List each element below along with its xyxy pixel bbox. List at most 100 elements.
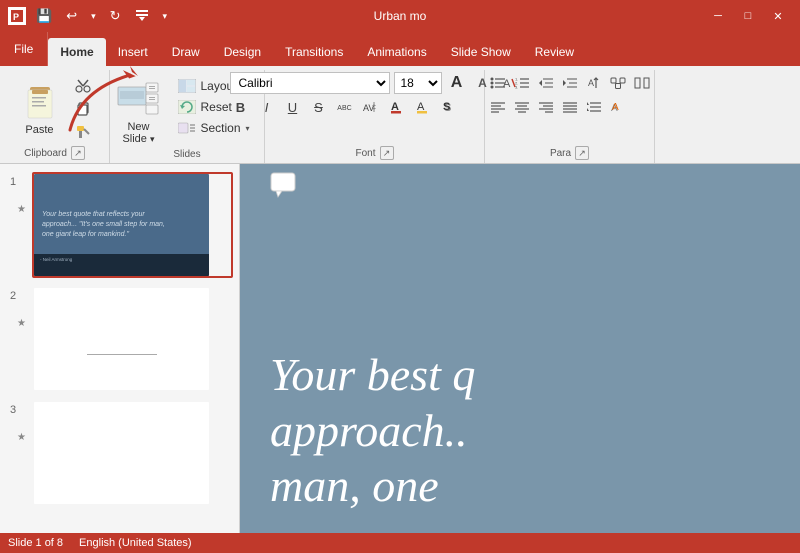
para-content: 1.2.3. A: [487, 72, 653, 118]
slide-count: Slide 1 of 8: [8, 537, 63, 549]
main-slide-text: Your best q approach.. man, one: [240, 327, 800, 533]
tab-transitions[interactable]: Transitions: [273, 38, 355, 66]
tab-home[interactable]: Home: [48, 38, 105, 66]
slide-item-2[interactable]: 2 ★: [6, 286, 233, 392]
slide2-content: [34, 288, 209, 390]
svg-text:A: A: [588, 78, 594, 88]
tab-design[interactable]: Design: [212, 38, 273, 66]
window-controls: ─ □ ✕: [704, 6, 792, 26]
save-button[interactable]: 💾: [32, 6, 56, 26]
text-shadow-para-button[interactable]: AA: [607, 96, 629, 118]
decrease-indent-button[interactable]: [535, 72, 557, 94]
slide-thumb-inner-1: Your best quote that reflects your appro…: [34, 174, 209, 276]
small-caps-button[interactable]: abc: [334, 96, 356, 118]
text-highlight-button[interactable]: A: [412, 96, 434, 118]
slide1-attribution: - Neil Armstrong: [34, 254, 209, 265]
align-center-button[interactable]: [511, 96, 533, 118]
font-size-select[interactable]: 18: [394, 72, 442, 94]
svg-text:A: A: [612, 102, 619, 113]
quote-line-1: Your best q: [270, 347, 770, 402]
line-spacing-button[interactable]: [583, 96, 605, 118]
paste-icon: [20, 82, 60, 124]
main-slide: Your best q approach.. man, one: [240, 164, 800, 533]
font-format-row: B I U S abc AV A A SS: [230, 96, 520, 118]
window-title: Urban mo: [374, 9, 427, 23]
title-bar: P 💾 ↩ ▾ ↻ ▾ Urban mo ─ □ ✕: [0, 0, 800, 32]
increase-font-size[interactable]: A: [446, 72, 468, 94]
paste-label: Paste: [25, 124, 53, 136]
slide-thumb-inner-3: [34, 402, 209, 504]
clipboard-dialog-launcher[interactable]: ↗: [71, 146, 85, 160]
slide-label-2: Slide ▾: [122, 133, 154, 145]
slide3-content: [34, 402, 209, 504]
format-painter-button[interactable]: [70, 121, 96, 143]
slide-panel: 1 ★ Your best quote that reflects your a…: [0, 164, 240, 533]
bullets-button[interactable]: [487, 72, 509, 94]
copy-button[interactable]: [70, 98, 96, 120]
slide-number-1: 1: [10, 172, 26, 188]
tab-file[interactable]: File: [0, 32, 48, 66]
customize-qat[interactable]: ▾: [159, 9, 172, 24]
clipboard-label: Clipboard ↗: [24, 146, 85, 160]
slide1-content: Your best quote that reflects your appro…: [34, 174, 209, 276]
para-dialog-launcher[interactable]: ↗: [575, 146, 589, 160]
new-slide-icon-area[interactable]: New Slide ▾: [112, 79, 164, 147]
redo-button[interactable]: ↻: [106, 6, 125, 26]
svg-text:P: P: [13, 12, 19, 22]
slide-thumb-inner-2: [34, 288, 209, 390]
slide-item-3[interactable]: 3 ★: [6, 400, 233, 506]
para-row1: 1.2.3. A: [487, 72, 653, 94]
tab-slideshow[interactable]: Slide Show: [439, 38, 523, 66]
underline-button[interactable]: U: [282, 96, 304, 118]
undo-dropdown[interactable]: ▾: [87, 9, 100, 24]
new-slide-label[interactable]: New: [127, 121, 149, 133]
ribbon-tabs: File Home Insert Draw Design Transitions…: [0, 32, 800, 66]
justify-button[interactable]: [559, 96, 581, 118]
bold-button[interactable]: B: [230, 96, 252, 118]
align-right-button[interactable]: [535, 96, 557, 118]
status-bar: Slide 1 of 8 English (United States): [0, 533, 800, 553]
font-color-button[interactable]: A: [386, 96, 408, 118]
slide-thumb-1[interactable]: Your best quote that reflects your appro…: [32, 172, 233, 278]
font-label: Font ↗: [355, 146, 393, 160]
tab-insert[interactable]: Insert: [106, 38, 160, 66]
slide-view: Your best q approach.. man, one: [240, 164, 800, 533]
cut-button[interactable]: [70, 75, 96, 97]
font-dialog-launcher[interactable]: ↗: [380, 146, 394, 160]
font-content: Calibri 18 A A A B I U S abc AV: [230, 72, 520, 120]
slide-number-3: 3: [10, 400, 26, 416]
text-shadow-button[interactable]: SS: [438, 96, 460, 118]
section-arrow: ▾: [246, 124, 250, 133]
language: English (United States): [79, 537, 192, 549]
increase-indent-button[interactable]: [559, 72, 581, 94]
slide-thumb-3[interactable]: [32, 400, 233, 506]
italic-button[interactable]: I: [256, 96, 278, 118]
columns-button[interactable]: [631, 72, 653, 94]
numbering-button[interactable]: 1.2.3.: [511, 72, 533, 94]
close-button[interactable]: ✕: [764, 6, 792, 26]
clipboard-group: Paste: [0, 70, 110, 163]
tab-draw[interactable]: Draw: [160, 38, 212, 66]
character-spacing-button[interactable]: AV: [360, 96, 382, 118]
font-name-select[interactable]: Calibri: [230, 72, 390, 94]
smart-art-button[interactable]: [607, 72, 629, 94]
comment-bubble[interactable]: [270, 172, 300, 198]
strikethrough-button[interactable]: S: [308, 96, 330, 118]
undo-button[interactable]: ↩: [62, 6, 81, 26]
svg-text:S: S: [443, 101, 450, 113]
minimize-button[interactable]: ─: [704, 6, 732, 26]
slide-item-1[interactable]: 1 ★ Your best quote that reflects your a…: [6, 172, 233, 278]
paste-button[interactable]: Paste: [14, 78, 66, 140]
text-direction-button[interactable]: A: [583, 72, 605, 94]
main-slide-quote: Your best q approach.. man, one: [270, 347, 770, 513]
align-left-button[interactable]: [487, 96, 509, 118]
qat-button[interactable]: [131, 6, 153, 27]
maximize-button[interactable]: □: [734, 6, 762, 26]
slide-number-2: 2: [10, 286, 26, 302]
app-icon: P: [8, 7, 26, 25]
section-button[interactable]: Section ▾: [172, 118, 255, 138]
tab-animations[interactable]: Animations: [355, 38, 438, 66]
clipboard-small-buttons: [70, 75, 96, 143]
tab-review[interactable]: Review: [523, 38, 586, 66]
slide-thumb-2[interactable]: [32, 286, 233, 392]
